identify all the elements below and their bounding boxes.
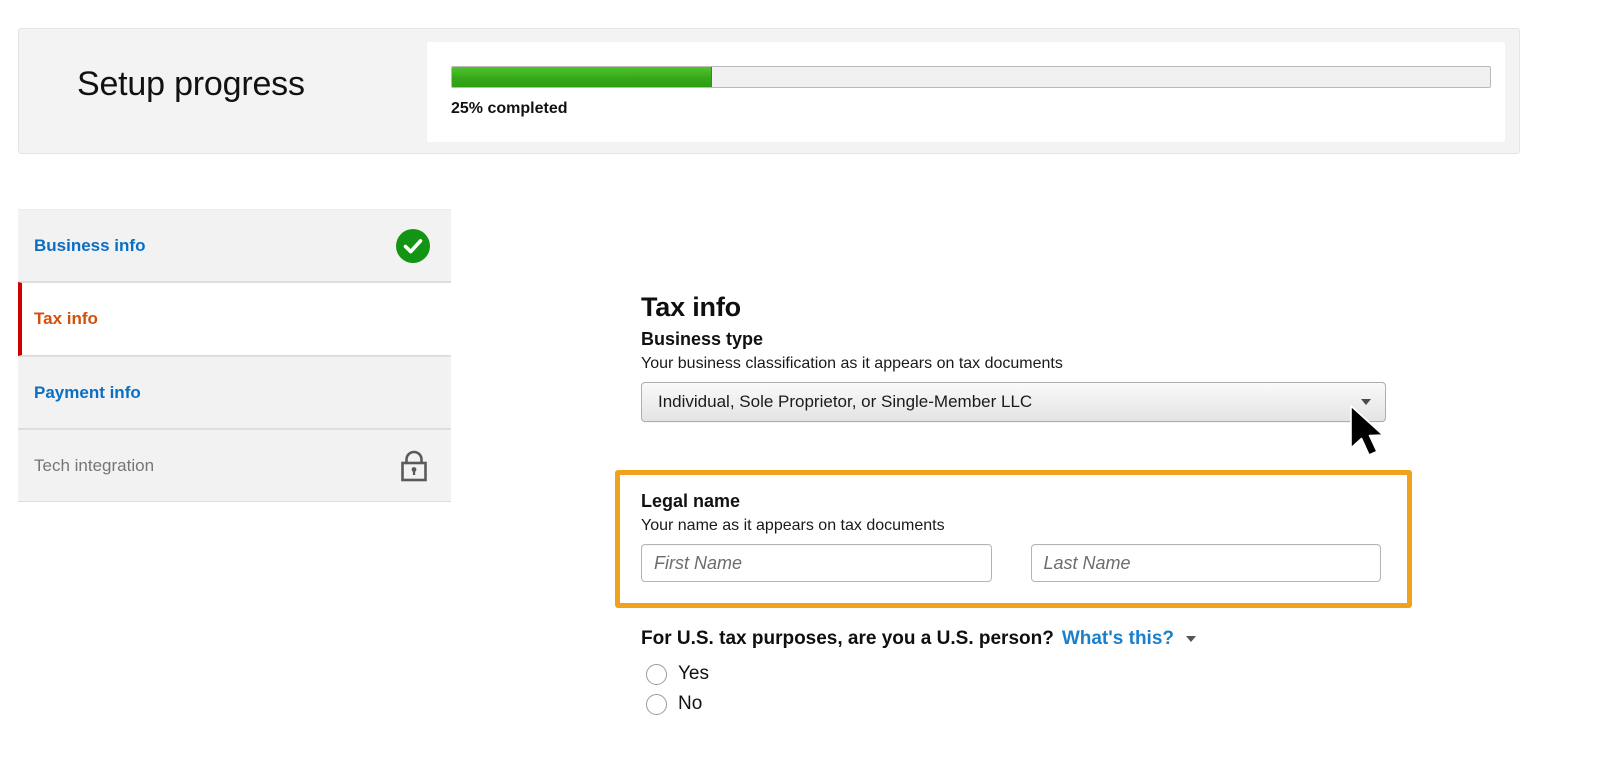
us-person-question-group: For U.S. tax purposes, are you a U.S. pe… <box>641 628 1401 715</box>
business-type-selected-value: Individual, Sole Proprietor, or Single-M… <box>658 392 1033 411</box>
sidebar-item-payment-info[interactable]: Payment info <box>18 356 451 429</box>
legal-name-help-text: Your name as it appears on tax documents <box>641 517 945 534</box>
form-heading: Tax info <box>641 292 741 322</box>
radio-circle-icon <box>646 693 667 715</box>
sidebar-item-label: Business info <box>34 235 146 255</box>
business-type-label: Business type <box>641 329 764 349</box>
radio-circle-icon <box>646 663 667 685</box>
sidebar-item-tech-integration: Tech integration <box>18 429 451 502</box>
legal-name-inputs: First Name Last Name <box>641 544 1381 582</box>
us-person-question-line: For U.S. tax purposes, are you a U.S. pe… <box>641 628 1401 650</box>
legal-name-group: Legal name Your name as it appears on ta… <box>641 491 1381 582</box>
radio-label: Yes <box>678 663 709 684</box>
lock-icon <box>397 448 431 484</box>
last-name-placeholder: Last Name <box>1043 552 1131 573</box>
setup-steps-sidebar: Business info Tax info Payment info Tech… <box>18 209 451 502</box>
tax-info-form: Tax info Business type Your business cla… <box>641 292 1431 422</box>
chevron-down-icon <box>1361 399 1371 405</box>
first-name-placeholder: First Name <box>654 552 743 573</box>
radio-label: No <box>678 693 703 714</box>
first-name-input[interactable]: First Name <box>641 544 992 582</box>
legal-name-highlight: Legal name Your name as it appears on ta… <box>615 470 1412 608</box>
us-person-question-text: For U.S. tax purposes, are you a U.S. pe… <box>641 628 1054 649</box>
radio-option-yes[interactable]: Yes <box>646 663 1401 685</box>
last-name-input[interactable]: Last Name <box>1030 544 1381 582</box>
check-circle-icon <box>395 228 431 264</box>
setup-progress-panel: Setup progress 25% completed <box>18 28 1520 154</box>
radio-option-no[interactable]: No <box>646 693 1401 715</box>
sidebar-item-label: Tech integration <box>34 455 155 475</box>
sidebar-item-tax-info[interactable]: Tax info <box>18 282 451 356</box>
sidebar-item-business-info[interactable]: Business info <box>18 209 451 282</box>
setup-progress-page: Setup progress 25% completed Business in… <box>0 0 1600 782</box>
business-type-select[interactable]: Individual, Sole Proprietor, or Single-M… <box>641 382 1386 422</box>
sidebar-item-label: Tax info <box>34 309 98 328</box>
progress-bar-fill <box>452 67 712 87</box>
progress-bar-track <box>451 66 1491 88</box>
progress-card: 25% completed <box>427 42 1505 142</box>
progress-percent-label: 25% completed <box>451 100 568 117</box>
legal-name-label: Legal name <box>641 491 741 511</box>
page-title: Setup progress <box>77 65 305 103</box>
chevron-down-icon[interactable] <box>1186 636 1197 642</box>
business-type-help-text: Your business classification as it appea… <box>641 355 1063 372</box>
whats-this-link[interactable]: What's this? <box>1062 628 1174 650</box>
sidebar-item-label: Payment info <box>34 382 141 402</box>
